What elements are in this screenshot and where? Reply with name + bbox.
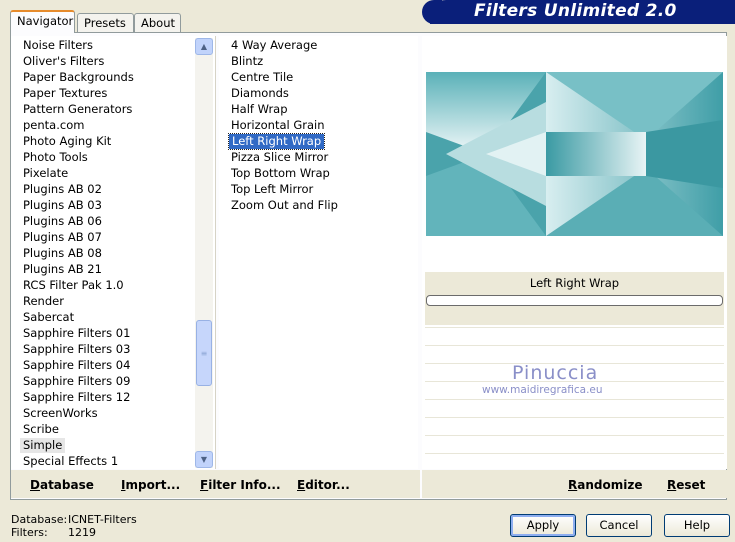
filter-item[interactable]: Half Wrap	[231, 102, 288, 117]
category-item[interactable]: Paper Backgrounds	[23, 70, 134, 85]
filter-item[interactable]: Blintz	[231, 54, 263, 69]
filter-item[interactable]: 4 Way Average	[231, 38, 317, 53]
category-item[interactable]: Render	[23, 294, 64, 309]
category-item[interactable]: Photo Aging Kit	[23, 134, 111, 149]
category-item[interactable]: RCS Filter Pak 1.0	[23, 278, 124, 293]
category-item[interactable]: Sabercat	[23, 310, 74, 325]
category-scrollbar[interactable]: ▲ ≡ ▼	[195, 38, 213, 468]
parameter-row	[425, 327, 724, 344]
database-value: ICNET-Filters	[68, 513, 137, 526]
scroll-down-icon[interactable]: ▼	[195, 451, 213, 468]
database-label: Database:	[11, 513, 68, 526]
category-item[interactable]: Sapphire Filters 09	[23, 374, 130, 389]
scroll-thumb[interactable]: ≡	[196, 320, 212, 386]
randomize-button[interactable]: Randomize	[568, 478, 642, 492]
tab-navigator[interactable]: Navigator	[10, 10, 75, 33]
editor-button[interactable]: Editor...	[297, 478, 350, 492]
cancel-button[interactable]: Cancel	[586, 514, 652, 537]
progress-bar	[426, 295, 723, 306]
category-item[interactable]: Pixelate	[23, 166, 68, 181]
tab-presets[interactable]: Presets	[77, 13, 134, 32]
filter-name-box: Left Right Wrap	[425, 272, 724, 325]
tab-about[interactable]: About	[134, 13, 181, 32]
filter-info-button[interactable]: Filter Info...	[200, 478, 281, 492]
help-button[interactable]: Help	[664, 514, 730, 537]
app-title: Filters Unlimited 2.0	[474, 1, 677, 21]
parameter-row	[425, 345, 724, 362]
category-item[interactable]: Noise Filters	[23, 38, 93, 53]
title-banner: Filters Unlimited 2.0	[422, 0, 735, 24]
category-item[interactable]: Sapphire Filters 04	[23, 358, 130, 373]
filter-item[interactable]: Diamonds	[231, 86, 289, 101]
category-item[interactable]: Plugins AB 08	[23, 246, 102, 261]
category-item[interactable]: Sapphire Filters 12	[23, 390, 130, 405]
category-item[interactable]: Plugins AB 21	[23, 262, 102, 277]
selected-filter-name: Left Right Wrap	[529, 276, 620, 290]
reset-button[interactable]: Reset	[667, 478, 705, 492]
parameter-row	[425, 417, 724, 434]
filter-item[interactable]: Pizza Slice Mirror	[231, 150, 328, 165]
category-item[interactable]: Sapphire Filters 03	[23, 342, 130, 357]
database-button[interactable]: Database	[30, 478, 94, 492]
filter-item[interactable]: Horizontal Grain	[231, 118, 325, 133]
category-item-selected[interactable]: Simple	[20, 438, 66, 453]
category-item[interactable]: Photo Tools	[23, 150, 88, 165]
apply-button[interactable]: Apply	[510, 514, 576, 537]
filter-item-selected[interactable]: Left Right Wrap	[227, 133, 326, 150]
category-item[interactable]: Sapphire Filters 01	[23, 326, 130, 341]
filter-item[interactable]: Top Bottom Wrap	[231, 166, 330, 181]
category-item[interactable]: penta.com	[23, 118, 84, 133]
watermark-url: www.maidiregrafica.eu	[482, 384, 603, 396]
parameter-row	[425, 453, 724, 468]
category-item[interactable]: Oliver's Filters	[23, 54, 104, 69]
watermark-name: Pinuccia	[512, 362, 599, 384]
filters-count-value: 1219	[68, 526, 96, 539]
category-item[interactable]: ScreenWorks	[23, 406, 98, 421]
filters-count-label: Filters:	[11, 526, 48, 539]
filter-item[interactable]: Top Left Mirror	[231, 182, 313, 197]
category-item[interactable]: Plugins AB 03	[23, 198, 102, 213]
filter-item[interactable]: Zoom Out and Flip	[231, 198, 338, 213]
filter-item[interactable]: Centre Tile	[231, 70, 293, 85]
category-item[interactable]: Plugins AB 06	[23, 214, 102, 229]
category-item[interactable]: Scribe	[23, 422, 59, 437]
category-item[interactable]: Special Effects 1	[23, 454, 118, 469]
category-item[interactable]: Plugins AB 02	[23, 182, 102, 197]
parameter-row	[425, 399, 724, 416]
category-item[interactable]: Plugins AB 07	[23, 230, 102, 245]
scroll-up-icon[interactable]: ▲	[195, 38, 213, 55]
category-item[interactable]: Paper Textures	[23, 86, 107, 101]
preview-image	[426, 72, 723, 236]
category-item[interactable]: Pattern Generators	[23, 102, 132, 117]
import-button[interactable]: Import...	[121, 478, 180, 492]
parameter-row	[425, 435, 724, 452]
